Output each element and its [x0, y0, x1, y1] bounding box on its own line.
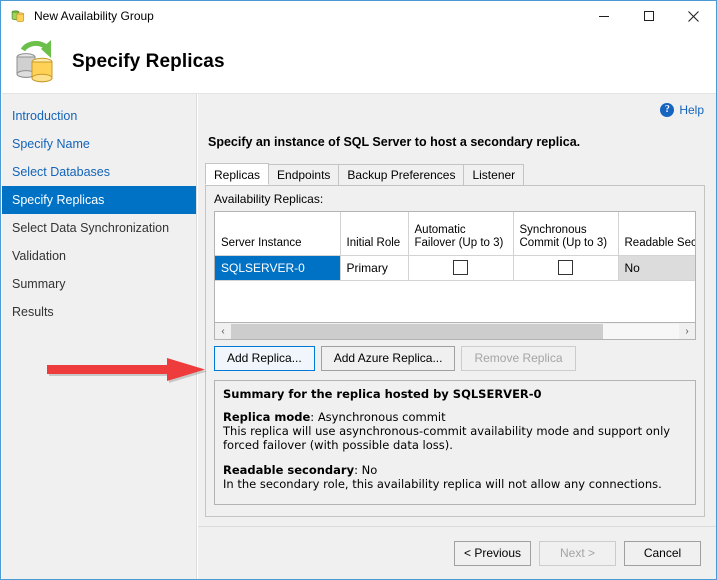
replica-mode-line: Replica mode: Asynchronous commit — [223, 410, 446, 424]
cell-initial-role[interactable]: Primary — [340, 255, 409, 281]
replicas-tab-panel: Availability Replicas: Server Instance I… — [205, 185, 705, 517]
scroll-left-arrow-icon[interactable]: ‹ — [215, 324, 231, 339]
instruction-text: Specify an instance of SQL Server to hos… — [208, 135, 581, 149]
replica-mode-value: Asynchronous commit — [317, 410, 446, 424]
minimize-button[interactable] — [581, 1, 626, 31]
scroll-right-arrow-icon[interactable]: › — [679, 324, 695, 339]
tab-endpoints[interactable]: Endpoints — [268, 164, 340, 185]
tab-replicas[interactable]: Replicas — [205, 163, 270, 185]
cell-server-instance[interactable]: SQLSERVER-0 — [215, 255, 341, 281]
synchronous-commit-checkbox[interactable] — [558, 260, 573, 276]
tab-listener[interactable]: Listener — [463, 164, 525, 185]
sidebar-item-select-databases[interactable]: Select Databases — [2, 158, 196, 186]
table-header-row: Server Instance Initial Role Automatic F… — [215, 212, 695, 256]
window-controls — [581, 1, 716, 31]
window-title: New Availability Group — [34, 9, 154, 23]
availability-replicas-label: Availability Replicas: — [214, 192, 324, 206]
tab-backup-preferences[interactable]: Backup Preferences — [338, 164, 465, 185]
readable-secondary-description: In the secondary role, this availability… — [223, 477, 662, 491]
sidebar-item-specify-replicas[interactable]: Specify Replicas — [2, 186, 196, 214]
scrollbar-thumb[interactable] — [231, 323, 603, 339]
title-bar: New Availability Group — [1, 1, 716, 31]
sidebar-item-specify-name[interactable]: Specify Name — [2, 130, 196, 158]
column-header-synchronous-commit[interactable]: Synchronous Commit (Up to 3) — [513, 212, 619, 256]
sidebar-item-summary[interactable]: Summary — [2, 270, 196, 298]
help-link[interactable]: ? Help — [660, 103, 704, 117]
close-button[interactable] — [671, 1, 716, 31]
help-label: Help — [679, 103, 704, 117]
replica-summary-panel: Summary for the replica hosted by SQLSER… — [214, 380, 696, 505]
add-replica-button[interactable]: Add Replica... — [214, 346, 315, 371]
page-title: Specify Replicas — [72, 51, 225, 72]
sidebar-item-results[interactable]: Results — [2, 298, 196, 326]
sidebar-item-validation[interactable]: Validation — [2, 242, 196, 270]
summary-title: Summary for the replica hosted by SQLSER… — [223, 387, 542, 401]
availability-group-icon — [10, 8, 26, 24]
footer-bar: < Previous Next > Cancel — [198, 527, 716, 579]
cell-synchronous-commit[interactable] — [513, 255, 619, 281]
table-row[interactable]: SQLSERVER-0 Primary No — [215, 255, 695, 281]
new-availability-group-window: New Availability Group Specify Replicas … — [0, 0, 717, 580]
readable-secondary-line: Readable secondary: No — [223, 463, 378, 477]
remove-replica-button: Remove Replica — [461, 346, 576, 371]
sidebar-item-introduction[interactable]: Introduction — [2, 102, 196, 130]
tab-strip: Replicas Endpoints Backup Preferences Li… — [205, 163, 705, 185]
cell-automatic-failover[interactable] — [408, 255, 514, 281]
replica-actions: Add Replica... Add Azure Replica... Remo… — [214, 346, 576, 371]
page-header: Specify Replicas — [2, 31, 716, 94]
replica-mode-label: Replica mode — [223, 410, 311, 424]
wizard-nav-buttons: < Previous Next > Cancel — [454, 541, 701, 566]
main-content: ? Help Specify an instance of SQL Server… — [198, 94, 716, 526]
column-header-automatic-failover[interactable]: Automatic Failover (Up to 3) — [408, 212, 514, 256]
grid-horizontal-scrollbar[interactable]: ‹ › — [214, 323, 696, 340]
availability-replicas-grid[interactable]: Server Instance Initial Role Automatic F… — [214, 211, 696, 323]
replica-mode-description: This replica will use asynchronous-commi… — [223, 424, 671, 452]
scrollbar-track[interactable] — [231, 323, 679, 339]
column-header-server-instance[interactable]: Server Instance — [215, 212, 341, 256]
add-azure-replica-button[interactable]: Add Azure Replica... — [320, 346, 456, 371]
database-replica-icon — [10, 37, 62, 87]
readable-secondary-label: Readable secondary — [223, 463, 355, 477]
automatic-failover-checkbox[interactable] — [453, 260, 468, 276]
sidebar-item-select-data-synchronization[interactable]: Select Data Synchronization — [2, 214, 196, 242]
maximize-button[interactable] — [626, 1, 671, 31]
next-button: Next > — [539, 541, 616, 566]
help-question-icon: ? — [660, 103, 675, 117]
column-header-initial-role[interactable]: Initial Role — [340, 212, 409, 256]
cell-readable-secondary[interactable]: No — [618, 255, 695, 281]
previous-button[interactable]: < Previous — [454, 541, 531, 566]
readable-secondary-value: No — [361, 463, 378, 477]
column-header-readable-secondary[interactable]: Readable Seco — [618, 212, 695, 256]
cancel-button[interactable]: Cancel — [624, 541, 701, 566]
wizard-steps-sidebar: Introduction Specify Name Select Databas… — [2, 94, 197, 579]
